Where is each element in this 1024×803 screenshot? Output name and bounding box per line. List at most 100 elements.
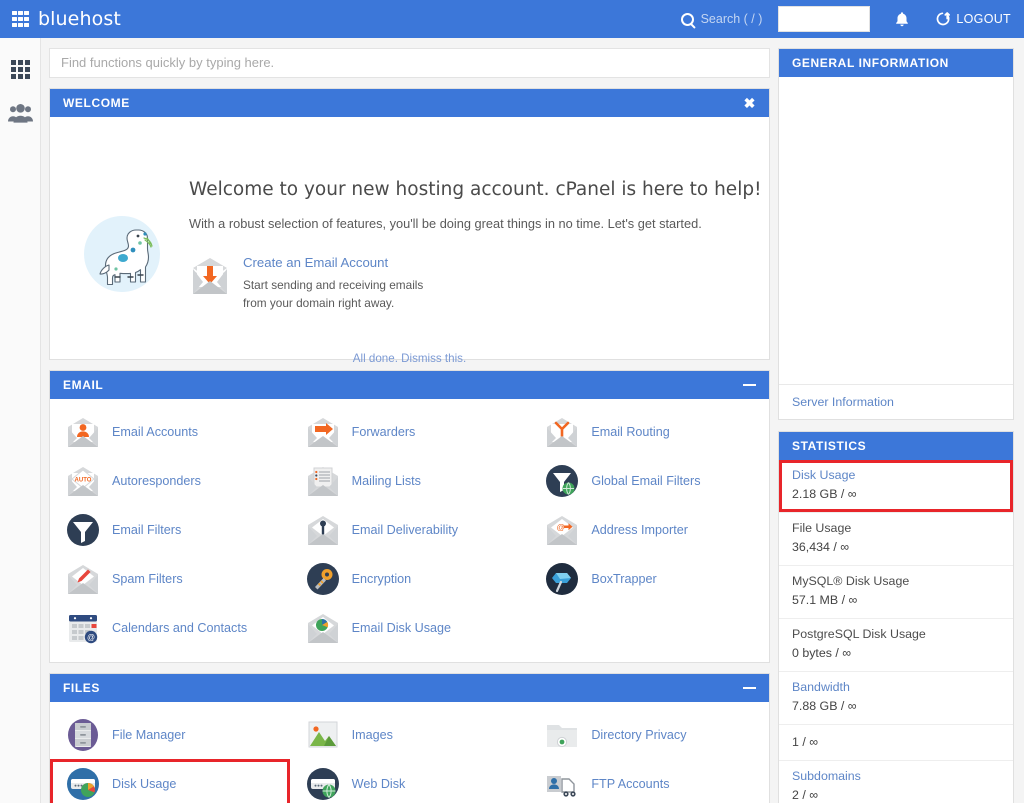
calendar-at-icon: @ [69, 614, 98, 643]
global-search-placeholder: Search ( / ) [700, 12, 763, 26]
email-panel-title: EMAIL [63, 378, 104, 392]
statistics-header: STATISTICS [779, 432, 1013, 460]
item-web-disk[interactable]: Web Disk [290, 759, 530, 803]
picture-icon [308, 721, 338, 747]
item-forwarders[interactable]: Forwarders [290, 407, 530, 456]
brand-logo[interactable]: bluehost [12, 8, 121, 30]
user-menu-box[interactable] [778, 6, 871, 32]
item-label: Disk Usage [112, 776, 177, 791]
create-email-account-link[interactable]: Create an Email Account [243, 255, 423, 270]
envelope-arrow-right-icon [307, 417, 338, 447]
item-global-email-filters[interactable]: Global Email Filters [529, 456, 769, 505]
stat-disk-usage[interactable]: Disk Usage 2.18 GB / ∞ [779, 460, 1013, 513]
svg-text:AUTO: AUTO [75, 477, 92, 483]
create-email-account-desc-2: from your domain right away. [243, 296, 395, 310]
logout-button[interactable]: LOGOUT [936, 12, 1011, 26]
welcome-panel-body: Welcome to your new hosting account. cPa… [50, 117, 769, 365]
svg-text:@: @ [87, 633, 95, 642]
create-email-account-tile[interactable]: Create an Email Account Start sending an… [189, 255, 423, 312]
item-ftp-accounts[interactable]: FTP Accounts [529, 759, 769, 803]
logout-icon [937, 12, 951, 26]
notification-bell-icon[interactable] [894, 11, 910, 28]
general-information-body [779, 77, 1013, 384]
close-icon[interactable]: ✖ [744, 96, 756, 110]
sidebar-item-users[interactable] [0, 91, 41, 135]
apps-grid-icon [10, 59, 30, 79]
stat-value: 2 / ∞ [792, 788, 819, 802]
item-label: Web Disk [351, 776, 406, 791]
item-email-accounts[interactable]: Email Accounts [50, 407, 290, 456]
item-email-deliverability[interactable]: Email Deliverability [290, 505, 530, 554]
item-mailing-lists[interactable]: Mailing Lists [290, 456, 530, 505]
item-images[interactable]: Images [290, 710, 530, 759]
envelope-fork-icon [547, 417, 578, 447]
welcome-panel-header: WELCOME ✖ [50, 89, 769, 117]
item-email-disk-usage[interactable]: Email Disk Usage [290, 603, 530, 652]
stat-label[interactable]: Disk Usage [792, 468, 1000, 482]
general-information-header: GENERAL INFORMATION [779, 49, 1013, 77]
create-email-account-desc-1: Start sending and receiving emails [243, 278, 424, 292]
item-label: Images [351, 727, 393, 742]
item-autoresponders[interactable]: AUTO Autoresponders [50, 456, 290, 505]
item-label: Address Importer [591, 522, 688, 537]
item-spam-filters[interactable]: Spam Filters [50, 554, 290, 603]
stat-label: File Usage [792, 521, 852, 535]
stat-value: 57.1 MB / ∞ [792, 593, 858, 607]
minus-collapse-icon[interactable] [743, 384, 756, 386]
stat-file-usage: File Usage 36,434 / ∞ [779, 513, 1013, 566]
apps-grid-icon [12, 10, 29, 28]
item-label: Email Routing [591, 424, 670, 439]
global-search[interactable]: Search ( / ) [680, 12, 763, 26]
files-panel-title: FILES [63, 681, 101, 695]
minus-collapse-icon[interactable] [743, 687, 756, 689]
dismiss-welcome-link[interactable]: All done. Dismiss this. [50, 352, 769, 365]
funnel-icon [67, 513, 99, 546]
item-email-filters[interactable]: Email Filters [50, 505, 290, 554]
search-input[interactable]: Find functions quickly by typing here. [49, 48, 770, 78]
stat-label[interactable]: Subdomains [792, 769, 1000, 783]
sidebar-item-apps[interactable] [0, 47, 41, 91]
welcome-panel-title: WELCOME [63, 96, 130, 110]
search-icon [680, 12, 694, 26]
stat-label: MySQL® Disk Usage [792, 574, 910, 588]
stat-label: PostgreSQL Disk Usage [792, 627, 926, 641]
logout-label: LOGOUT [956, 12, 1011, 26]
item-label: Email Disk Usage [351, 620, 452, 635]
item-label: Global Email Filters [591, 473, 701, 488]
item-label: Forwarders [351, 424, 416, 439]
stat-label[interactable]: Bandwidth [792, 680, 1000, 694]
stat-value: 0 bytes / ∞ [792, 646, 852, 660]
item-label: Spam Filters [112, 571, 183, 586]
item-disk-usage[interactable]: Disk Usage [50, 759, 290, 803]
item-label: Directory Privacy [591, 727, 687, 742]
general-information-panel: GENERAL INFORMATION Server Information [778, 48, 1014, 420]
item-directory-privacy[interactable]: Directory Privacy [529, 710, 769, 759]
item-file-manager[interactable]: File Manager [50, 710, 290, 759]
main-column: Find functions quickly by typing here. W… [49, 48, 770, 803]
stat-value: 1 / ∞ [792, 735, 819, 749]
item-label: Mailing Lists [351, 473, 421, 488]
item-address-importer[interactable]: @ Address Importer [529, 505, 769, 554]
files-panel-header: FILES [50, 674, 769, 702]
stat-unlabeled: 1 / ∞ [779, 725, 1013, 761]
server-globe-icon [306, 767, 339, 800]
left-rail [0, 38, 41, 803]
stat-subdomains[interactable]: Subdomains 2 / ∞ [779, 761, 1013, 803]
stat-bandwidth[interactable]: Bandwidth 7.88 GB / ∞ [779, 672, 1013, 725]
dinosaur-mascot-icon [84, 216, 160, 292]
stat-value: 2.18 GB / ∞ [792, 487, 857, 501]
item-label: Email Deliverability [351, 522, 459, 537]
brand-name: bluehost [38, 8, 121, 30]
stat-value: 36,434 / ∞ [792, 540, 850, 554]
item-email-routing[interactable]: Email Routing [529, 407, 769, 456]
envelope-auto-icon: AUTO [68, 466, 98, 496]
server-information-link[interactable]: Server Information [779, 384, 1013, 419]
item-encryption[interactable]: Encryption [290, 554, 530, 603]
item-boxtrapper[interactable]: BoxTrapper [529, 554, 769, 603]
item-label: FTP Accounts [591, 776, 670, 791]
welcome-panel: WELCOME ✖ Welcome to your new hosting ac… [49, 88, 770, 365]
files-panel: FILES File Manager Images Directory Priv… [49, 673, 770, 803]
envelope-at-arrow-icon: @ [547, 515, 578, 545]
item-calendars-and-contacts[interactable]: @ Calendars and Contacts [50, 603, 290, 652]
item-label: Calendars and Contacts [112, 620, 248, 635]
